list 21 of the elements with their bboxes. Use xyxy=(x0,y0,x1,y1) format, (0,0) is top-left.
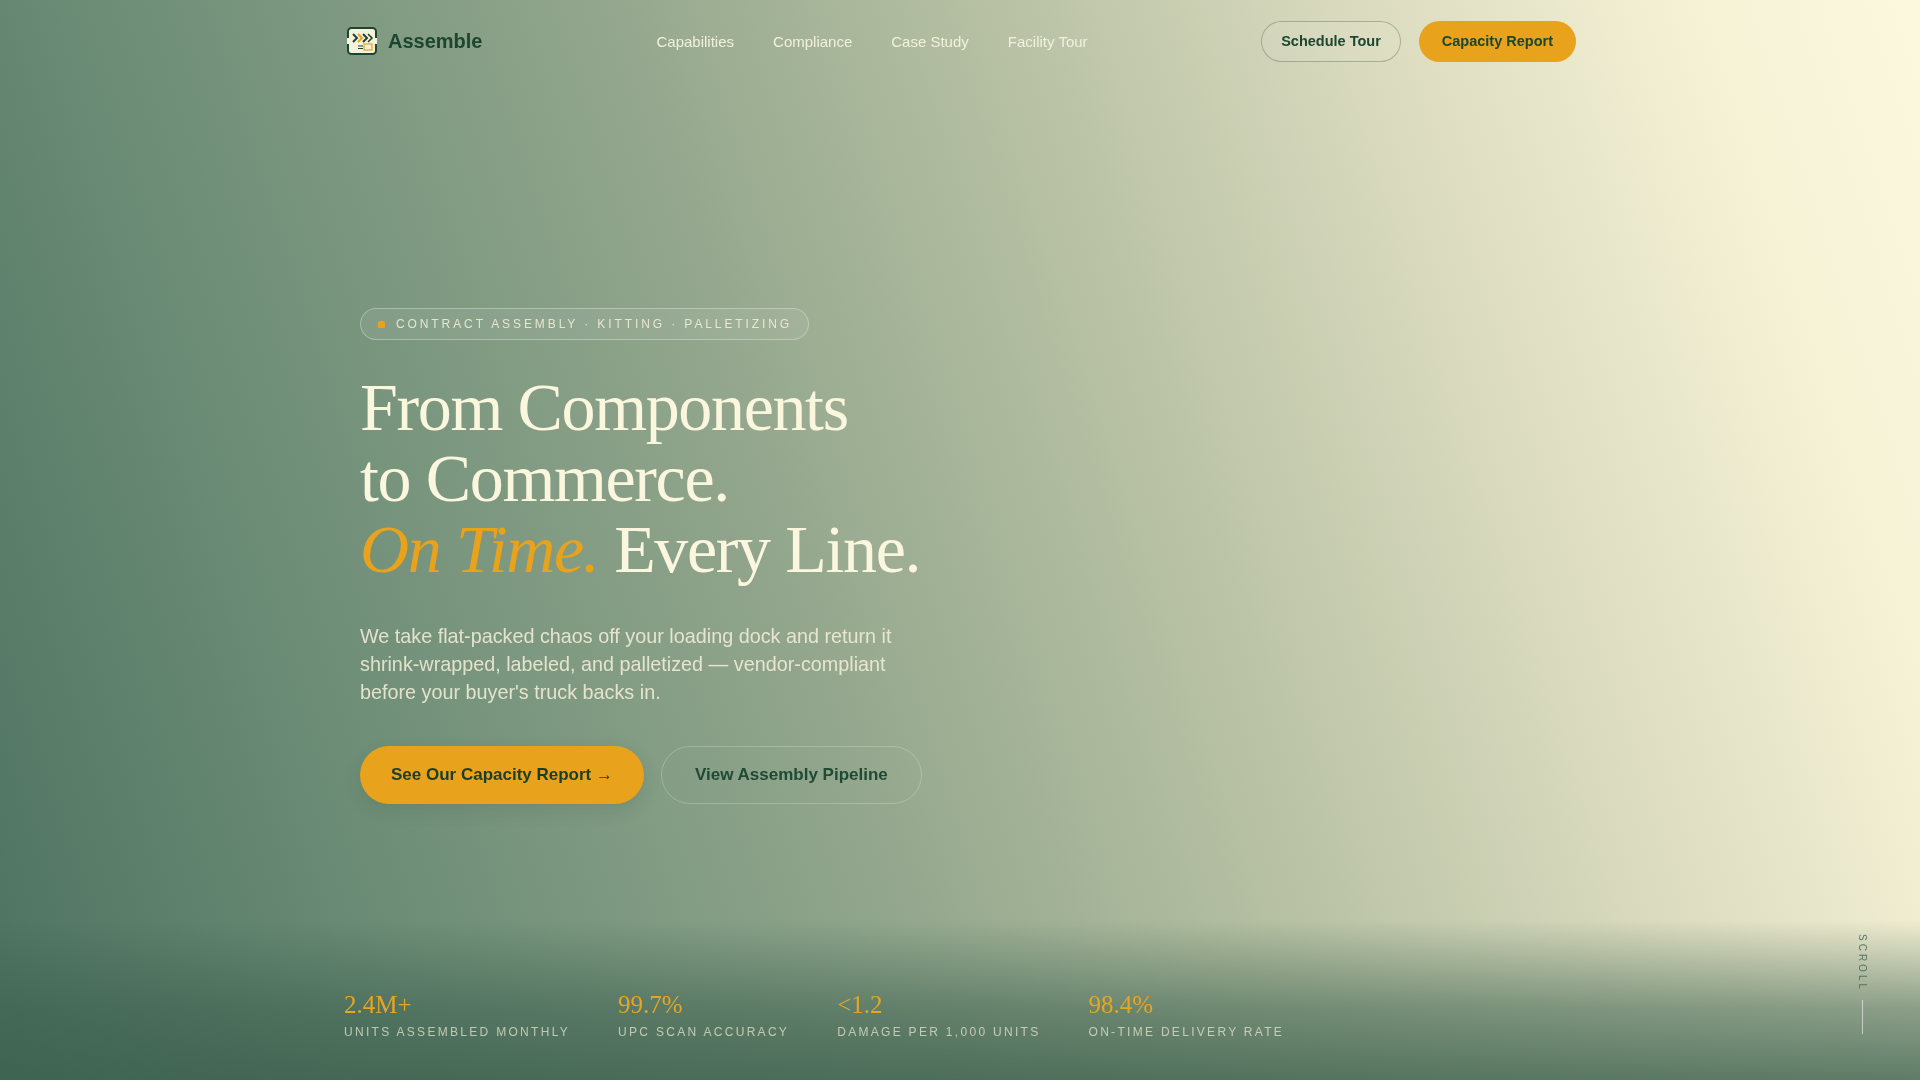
stat-value: 99.7% xyxy=(618,990,684,1020)
stat-label: UNITS ASSEMBLED MONTHLY xyxy=(344,1024,571,1040)
stat-label: UPC SCAN ACCURACY xyxy=(618,1024,790,1040)
capacity-report-button[interactable]: Capacity Report xyxy=(1418,20,1576,62)
stat-value: <1.2 xyxy=(837,990,884,1020)
stat-label: ON-TIME DELIVERY RATE xyxy=(1088,1024,1285,1040)
scroll-label: SCROLL xyxy=(1857,934,1868,992)
schedule-tour-button[interactable]: Schedule Tour xyxy=(1261,20,1401,62)
hero-headline: From Components to Commerce. On Time. Every Line. xyxy=(360,372,921,585)
stat-label: DAMAGE PER 1,000 UNITS xyxy=(837,1024,1041,1040)
nav-link[interactable]: Compliance xyxy=(773,32,853,50)
nav-link[interactable]: Capabilities xyxy=(656,32,735,50)
bullet-icon xyxy=(378,320,385,328)
stat-value: 98.4% xyxy=(1088,990,1155,1020)
brand-name[interactable]: Assemble xyxy=(388,29,483,53)
logo-icon xyxy=(347,27,377,55)
stat-value: 2.4M+ xyxy=(344,990,413,1020)
capacity-report-cta-button[interactable]: See Our Capacity Report → xyxy=(360,746,644,804)
hero-description: We take flat-packed chaos off your loading dock and return it shrink-wrapped, labeled, and palletized — vendor-compliant before your buyer's truck backs in. xyxy=(360,624,893,705)
eyebrow-text: CONTRACT ASSEMBLY · KITTING · PALLETIZING xyxy=(396,317,793,331)
scroll-line xyxy=(1862,1000,1863,1034)
